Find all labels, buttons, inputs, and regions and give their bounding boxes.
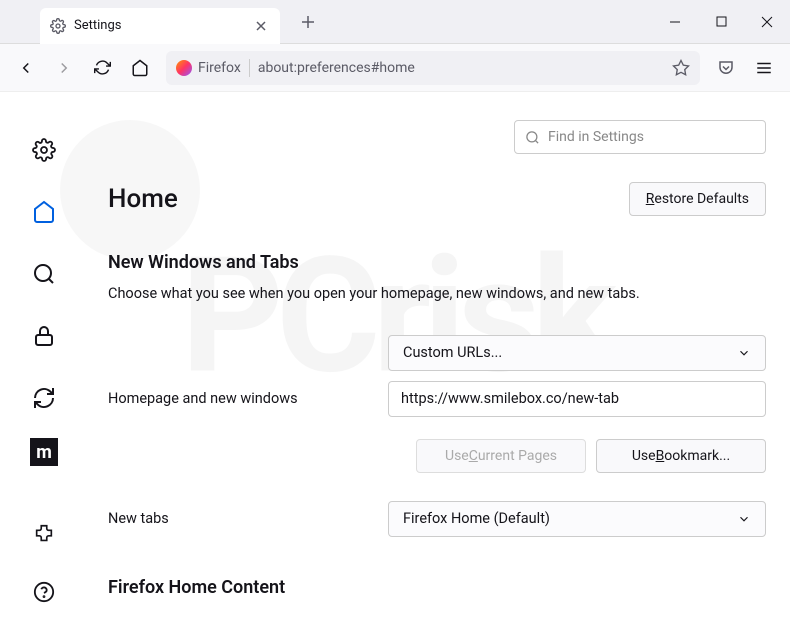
home-button[interactable]	[122, 50, 158, 86]
homepage-url-input[interactable]	[388, 381, 766, 417]
restore-defaults-button[interactable]: Restore Defaults	[629, 182, 766, 216]
select-value: Firefox Home (Default)	[403, 510, 550, 527]
settings-main: Find in Settings Home Restore Defaults N…	[88, 92, 790, 634]
search-icon	[525, 130, 540, 145]
use-current-pages-button: Use Current Pages	[416, 439, 586, 473]
identity-box[interactable]: Firefox	[176, 60, 241, 76]
sidebar-item-m[interactable]: m	[30, 438, 58, 466]
newtabs-label: New tabs	[108, 510, 388, 527]
use-bookmark-button[interactable]: Use Bookmark...	[596, 439, 766, 473]
new-tab-button[interactable]	[294, 8, 322, 36]
url-text: about:preferences#home	[258, 60, 664, 76]
chevron-down-icon	[737, 512, 751, 526]
homepage-label: Homepage and new windows	[108, 390, 388, 407]
newtabs-select[interactable]: Firefox Home (Default)	[388, 501, 766, 537]
reload-button[interactable]	[84, 50, 120, 86]
identity-label: Firefox	[198, 60, 241, 76]
gear-icon	[50, 18, 66, 34]
navigation-toolbar: Firefox about:preferences#home	[0, 44, 790, 92]
pocket-button[interactable]	[708, 50, 744, 86]
maximize-button[interactable]	[698, 0, 744, 44]
separator	[249, 59, 250, 77]
close-icon[interactable]	[252, 17, 270, 35]
back-button[interactable]	[8, 50, 44, 86]
chevron-down-icon	[737, 346, 751, 360]
sidebar-item-privacy[interactable]	[22, 314, 66, 358]
forward-button	[46, 50, 82, 86]
url-bar[interactable]: Firefox about:preferences#home	[166, 51, 700, 85]
sidebar-item-general[interactable]	[22, 128, 66, 172]
tab-title: Settings	[74, 18, 244, 33]
sidebar-item-help[interactable]	[22, 570, 66, 614]
sidebar-item-search[interactable]	[22, 252, 66, 296]
browser-tab[interactable]: Settings	[40, 8, 280, 44]
sidebar-item-home[interactable]	[22, 190, 66, 234]
sidebar-item-sync[interactable]	[22, 376, 66, 420]
window-controls	[652, 0, 790, 44]
settings-sidebar: m	[0, 92, 88, 634]
sidebar-item-extensions[interactable]	[22, 512, 66, 556]
firefox-home-content-title: Firefox Home Content	[108, 577, 766, 598]
minimize-button[interactable]	[652, 0, 698, 44]
firefox-icon	[176, 60, 192, 76]
select-value: Custom URLs...	[403, 344, 502, 361]
section-description: Choose what you see when you open your h…	[108, 283, 766, 305]
titlebar: Settings	[0, 0, 790, 44]
homepage-mode-select[interactable]: Custom URLs...	[388, 335, 766, 371]
page-heading: Home	[108, 184, 178, 214]
section-title: New Windows and Tabs	[108, 252, 766, 273]
star-icon[interactable]	[672, 59, 690, 77]
close-window-button[interactable]	[744, 0, 790, 44]
menu-button[interactable]	[746, 50, 782, 86]
find-in-settings[interactable]: Find in Settings	[514, 120, 766, 154]
search-placeholder: Find in Settings	[548, 129, 644, 145]
